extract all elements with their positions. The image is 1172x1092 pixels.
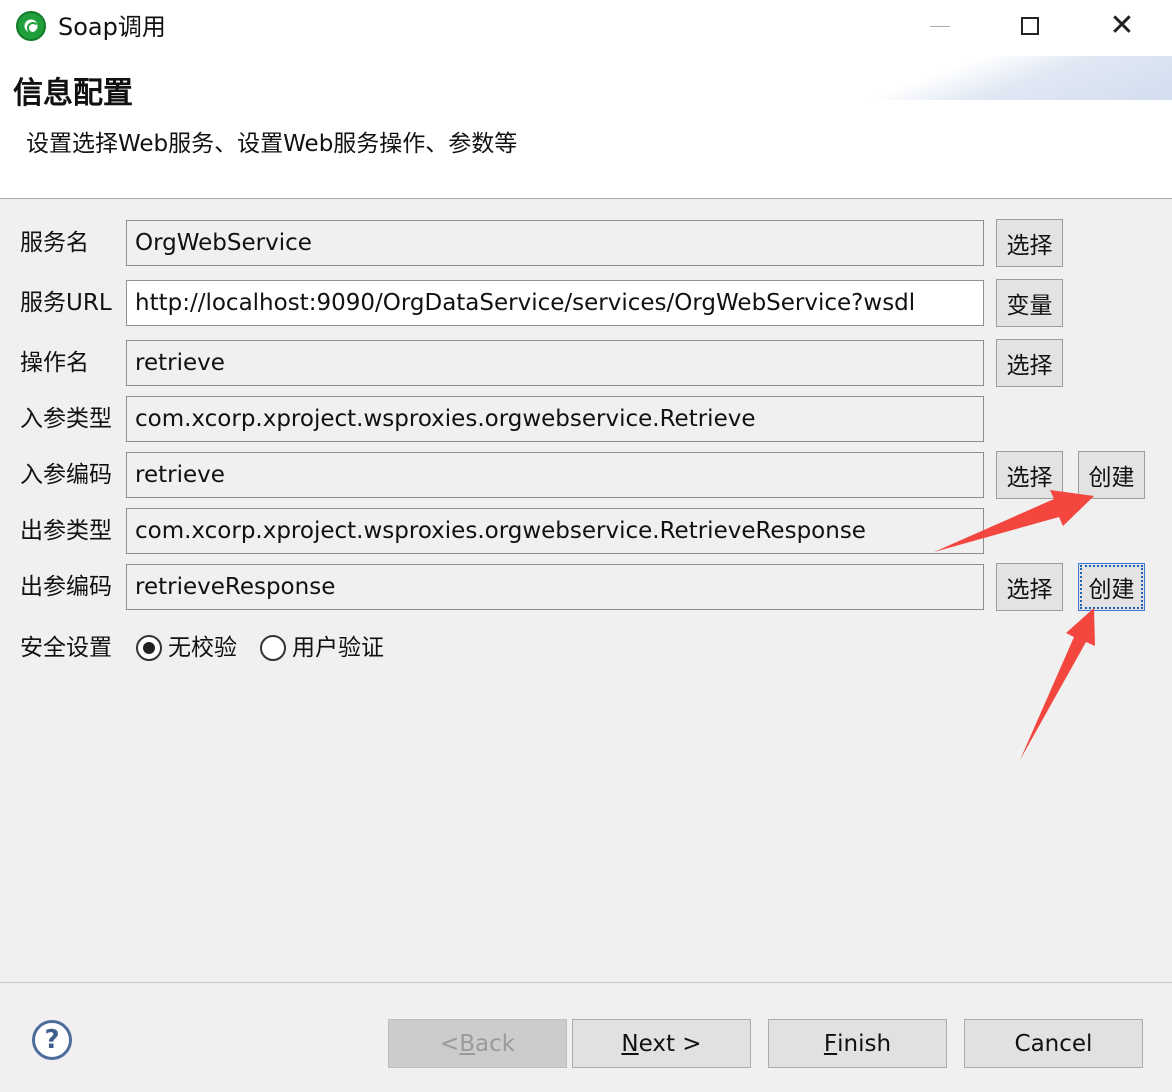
maximize-icon: [1021, 17, 1039, 35]
finish-button[interactable]: Finish: [768, 1019, 947, 1068]
next-button-mnemonic: N: [621, 1030, 639, 1057]
app-logo-icon: [16, 11, 46, 41]
service-name-input[interactable]: OrgWebService: [126, 220, 984, 266]
service-url-label: 服务URL: [20, 290, 112, 316]
finish-button-rest: inish: [837, 1030, 892, 1057]
input-code-create-button[interactable]: 创建: [1078, 451, 1145, 499]
window-title: Soap调用: [58, 13, 166, 41]
cancel-button[interactable]: Cancel: [964, 1019, 1143, 1068]
output-code-input[interactable]: retrieveResponse: [126, 564, 984, 610]
minimize-icon: [930, 25, 950, 27]
no-check-radio[interactable]: [136, 635, 162, 661]
service-url-variable-button[interactable]: 变量: [996, 279, 1063, 327]
operation-name-label: 操作名: [20, 350, 89, 376]
service-name-select-button[interactable]: 选择: [996, 219, 1063, 267]
help-icon[interactable]: ?: [32, 1020, 72, 1060]
footer-separator: [0, 982, 1172, 983]
maximize-button[interactable]: [984, 0, 1076, 52]
input-type-label: 入参类型: [20, 406, 112, 432]
input-code-select-button[interactable]: 选择: [996, 451, 1063, 499]
wizard-banner: 信息配置 设置选择Web服务、设置Web服务操作、参数等: [0, 56, 1172, 199]
next-button-rest: ext >: [638, 1030, 702, 1057]
back-button-rest: ack: [475, 1030, 516, 1057]
service-name-label: 服务名: [20, 230, 89, 256]
arrow-to-output-create: [1020, 608, 1095, 760]
no-check-radio-label[interactable]: 无校验: [168, 631, 237, 665]
back-button[interactable]: < Back: [388, 1019, 567, 1068]
page-title: 信息配置: [13, 76, 133, 111]
input-code-input[interactable]: retrieve: [126, 452, 984, 498]
input-code-label: 入参编码: [20, 462, 112, 488]
security-label: 安全设置: [20, 635, 112, 661]
service-url-input[interactable]: http://localhost:9090/OrgDataService/ser…: [126, 280, 984, 326]
input-type-input[interactable]: com.xcorp.xproject.wsproxies.orgwebservi…: [126, 396, 984, 442]
next-button[interactable]: Next >: [572, 1019, 751, 1068]
banner-decoration: [852, 56, 1172, 100]
close-icon: ✕: [1109, 8, 1135, 43]
output-type-label: 出参类型: [20, 518, 112, 544]
operation-name-select-button[interactable]: 选择: [996, 339, 1063, 387]
output-code-label: 出参编码: [20, 574, 112, 600]
page-subtitle: 设置选择Web服务、设置Web服务操作、参数等: [26, 131, 518, 157]
close-button[interactable]: ✕: [1076, 0, 1168, 52]
operation-name-input[interactable]: retrieve: [126, 340, 984, 386]
output-code-create-button[interactable]: 创建: [1078, 563, 1145, 611]
output-type-input[interactable]: com.xcorp.xproject.wsproxies.orgwebservi…: [126, 508, 984, 554]
output-code-select-button[interactable]: 选择: [996, 563, 1063, 611]
user-auth-radio-label[interactable]: 用户验证: [292, 631, 384, 665]
title-bar: Soap调用 ✕: [0, 0, 1172, 56]
minimize-button[interactable]: [894, 0, 986, 52]
back-button-mnemonic: B: [459, 1030, 475, 1057]
finish-button-mnemonic: F: [823, 1030, 838, 1057]
back-button-prefix: <: [439, 1030, 460, 1057]
user-auth-radio[interactable]: [260, 635, 286, 661]
